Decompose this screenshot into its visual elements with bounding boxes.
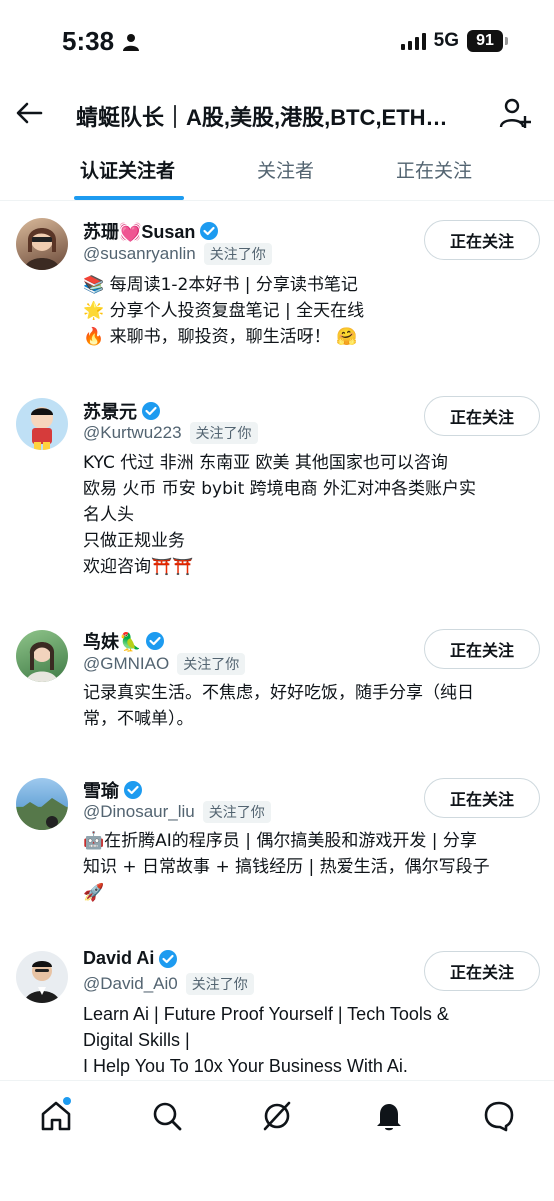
bio-line: I Help You To 10x Your Business With Ai.	[83, 1056, 408, 1076]
back-button[interactable]	[14, 98, 44, 128]
bio-line: KYC 代过 非洲 东南亚 欧美 其他国家也可以咨询	[83, 453, 448, 473]
bio-line: 欧易 火币 币安 bybit 跨境电商 外汇对冲各类账户实	[83, 479, 477, 499]
user-handle-line: @GMNIAO 关注了你	[83, 653, 246, 675]
user-handle-line: @Dinosaur_liu 关注了你	[83, 801, 271, 823]
user-name: 雪瑜	[83, 781, 119, 801]
list-item[interactable]: 鸟妹🦜 @GMNIAO 关注了你 正在关注 记录真实生活。不焦虑，好好吃饭，随手…	[0, 620, 554, 770]
following-button[interactable]: 正在关注	[424, 951, 540, 991]
back-arrow-icon	[16, 102, 43, 124]
network-label: 5G	[433, 30, 459, 51]
user-handle-line: @Kurtwu223 关注了你	[83, 422, 258, 444]
user-name-line: 鸟妹🦜	[83, 628, 165, 654]
user-name: David Ai	[83, 948, 155, 968]
avatar[interactable]	[16, 398, 68, 450]
add-user-icon[interactable]	[498, 96, 532, 130]
messages-icon[interactable]	[482, 1099, 516, 1133]
user-name: 苏珊💓Susan	[83, 222, 196, 242]
user-name-line: 苏珊💓Susan	[83, 218, 219, 244]
follows-you-badge: 关注了你	[185, 973, 254, 995]
bio-line: 知识 + 日常故事 + 搞钱经历 | 热爱生活，偶尔写段子	[83, 857, 490, 877]
follows-you-badge: 关注了你	[177, 653, 246, 675]
bio-line: Digital Skills |	[83, 1030, 190, 1050]
user-handle: @susanryanlin	[83, 244, 196, 263]
page-title: 蜻蜓队长｜A股,美股,港股,BTC,ETH…	[76, 105, 448, 130]
user-bio: 记录真实生活。不焦虑，好好吃饭，随手分享（纯日 常，不喊单）。	[83, 680, 523, 732]
status-time: 5:38	[62, 26, 140, 57]
battery-icon: 91	[467, 30, 508, 52]
follows-you-badge: 关注了你	[189, 422, 258, 444]
list-item[interactable]: 雪瑜 @Dinosaur_liu 关注了你 正在关注 🤖在折腾AI的程序员 | …	[0, 770, 554, 945]
following-button[interactable]: 正在关注	[424, 396, 540, 436]
tab-bar: 认证关注者 关注者 正在关注	[0, 146, 554, 201]
tab-following[interactable]: 正在关注	[396, 156, 472, 183]
header: 蜻蜓队长｜A股,美股,港股,BTC,ETH…	[0, 84, 554, 146]
user-name-line: 雪瑜	[83, 777, 143, 803]
verified-badge-icon	[159, 949, 178, 968]
user-name: 鸟妹🦜	[83, 632, 142, 652]
user-bio: Learn Ai | Future Proof Yourself | Tech …	[83, 1001, 523, 1079]
user-handle: @Kurtwu223	[83, 423, 182, 442]
following-button[interactable]: 正在关注	[424, 778, 540, 818]
list-item[interactable]: 苏景元 @Kurtwu223 关注了你 正在关注 KYC 代过 非洲 东南亚 欧…	[0, 390, 554, 620]
user-handle-line: @David_Ai0 关注了你	[83, 973, 254, 995]
tab-followers[interactable]: 关注者	[257, 156, 314, 183]
following-button[interactable]: 正在关注	[424, 220, 540, 260]
bio-line: 📚 每周读1-2本好书 | 分享读书笔记	[83, 275, 358, 295]
following-button[interactable]: 正在关注	[424, 629, 540, 669]
search-icon[interactable]	[150, 1099, 184, 1133]
user-bio: 🤖在折腾AI的程序员 | 偶尔搞美股和游戏开发 | 分享 知识 + 日常故事 +…	[83, 828, 523, 906]
bio-line: 只做正规业务	[83, 531, 185, 551]
bio-line: 🚀	[83, 883, 105, 903]
notification-dot	[63, 1097, 71, 1105]
avatar[interactable]	[16, 218, 68, 270]
bio-line: 🌟 分享个人投资复盘笔记 | 全天在线	[83, 301, 365, 321]
tab-verified-followers[interactable]: 认证关注者	[80, 156, 175, 183]
bio-line: 常，不喊单）。	[83, 709, 194, 729]
bio-line: 名人头	[83, 505, 134, 525]
avatar[interactable]	[16, 778, 68, 830]
user-handle-line: @susanryanlin 关注了你	[83, 243, 272, 265]
status-indicators: 5G 91	[400, 30, 508, 52]
follows-you-badge: 关注了你	[203, 243, 272, 265]
grok-icon[interactable]	[260, 1099, 294, 1133]
bio-line: 🤖在折腾AI的程序员 | 偶尔搞美股和游戏开发 | 分享	[83, 831, 477, 851]
list-item[interactable]: David Ai @David_Ai0 关注了你 正在关注 Learn Ai |…	[0, 945, 554, 1080]
follows-you-badge: 关注了你	[202, 801, 271, 823]
user-list: 苏珊💓Susan @susanryanlin 关注了你 正在关注 📚 每周读1-…	[0, 200, 554, 1080]
clock: 5:38	[62, 26, 115, 56]
verified-badge-icon	[124, 781, 142, 799]
list-item[interactable]: 苏珊💓Susan @susanryanlin 关注了你 正在关注 📚 每周读1-…	[0, 200, 554, 390]
avatar[interactable]	[16, 951, 68, 1003]
battery-level: 91	[467, 30, 503, 52]
notifications-bell-icon[interactable]	[372, 1099, 406, 1133]
bio-line: 🔥 来聊书，聊投资，聊生活呀！ 🤗	[83, 327, 358, 347]
bio-line: Learn Ai | Future Proof Yourself | Tech …	[83, 1004, 449, 1024]
user-name-line: David Ai	[83, 948, 178, 969]
verified-badge-icon	[200, 222, 219, 240]
verified-badge-icon	[146, 632, 165, 650]
bio-line: 欢迎咨询⛩️⛩️	[83, 557, 194, 577]
person-icon	[123, 33, 140, 51]
user-handle: @GMNIAO	[83, 654, 170, 673]
status-bar: 5:38 5G 91	[0, 0, 554, 84]
user-bio: 📚 每周读1-2本好书 | 分享读书笔记 🌟 分享个人投资复盘笔记 | 全天在线…	[83, 272, 523, 350]
user-name: 苏景元	[83, 402, 137, 422]
user-handle: @Dinosaur_liu	[83, 802, 195, 821]
verified-badge-icon	[142, 402, 160, 420]
user-name-line: 苏景元	[83, 398, 161, 424]
avatar[interactable]	[16, 630, 68, 682]
bottom-navigation	[0, 1080, 554, 1201]
bio-line: 记录真实生活。不焦虑，好好吃饭，随手分享（纯日	[83, 683, 474, 703]
user-bio: KYC 代过 非洲 东南亚 欧美 其他国家也可以咨询 欧易 火币 币安 bybi…	[83, 450, 523, 580]
user-handle: @David_Ai0	[83, 974, 178, 993]
signal-icon	[400, 32, 426, 50]
